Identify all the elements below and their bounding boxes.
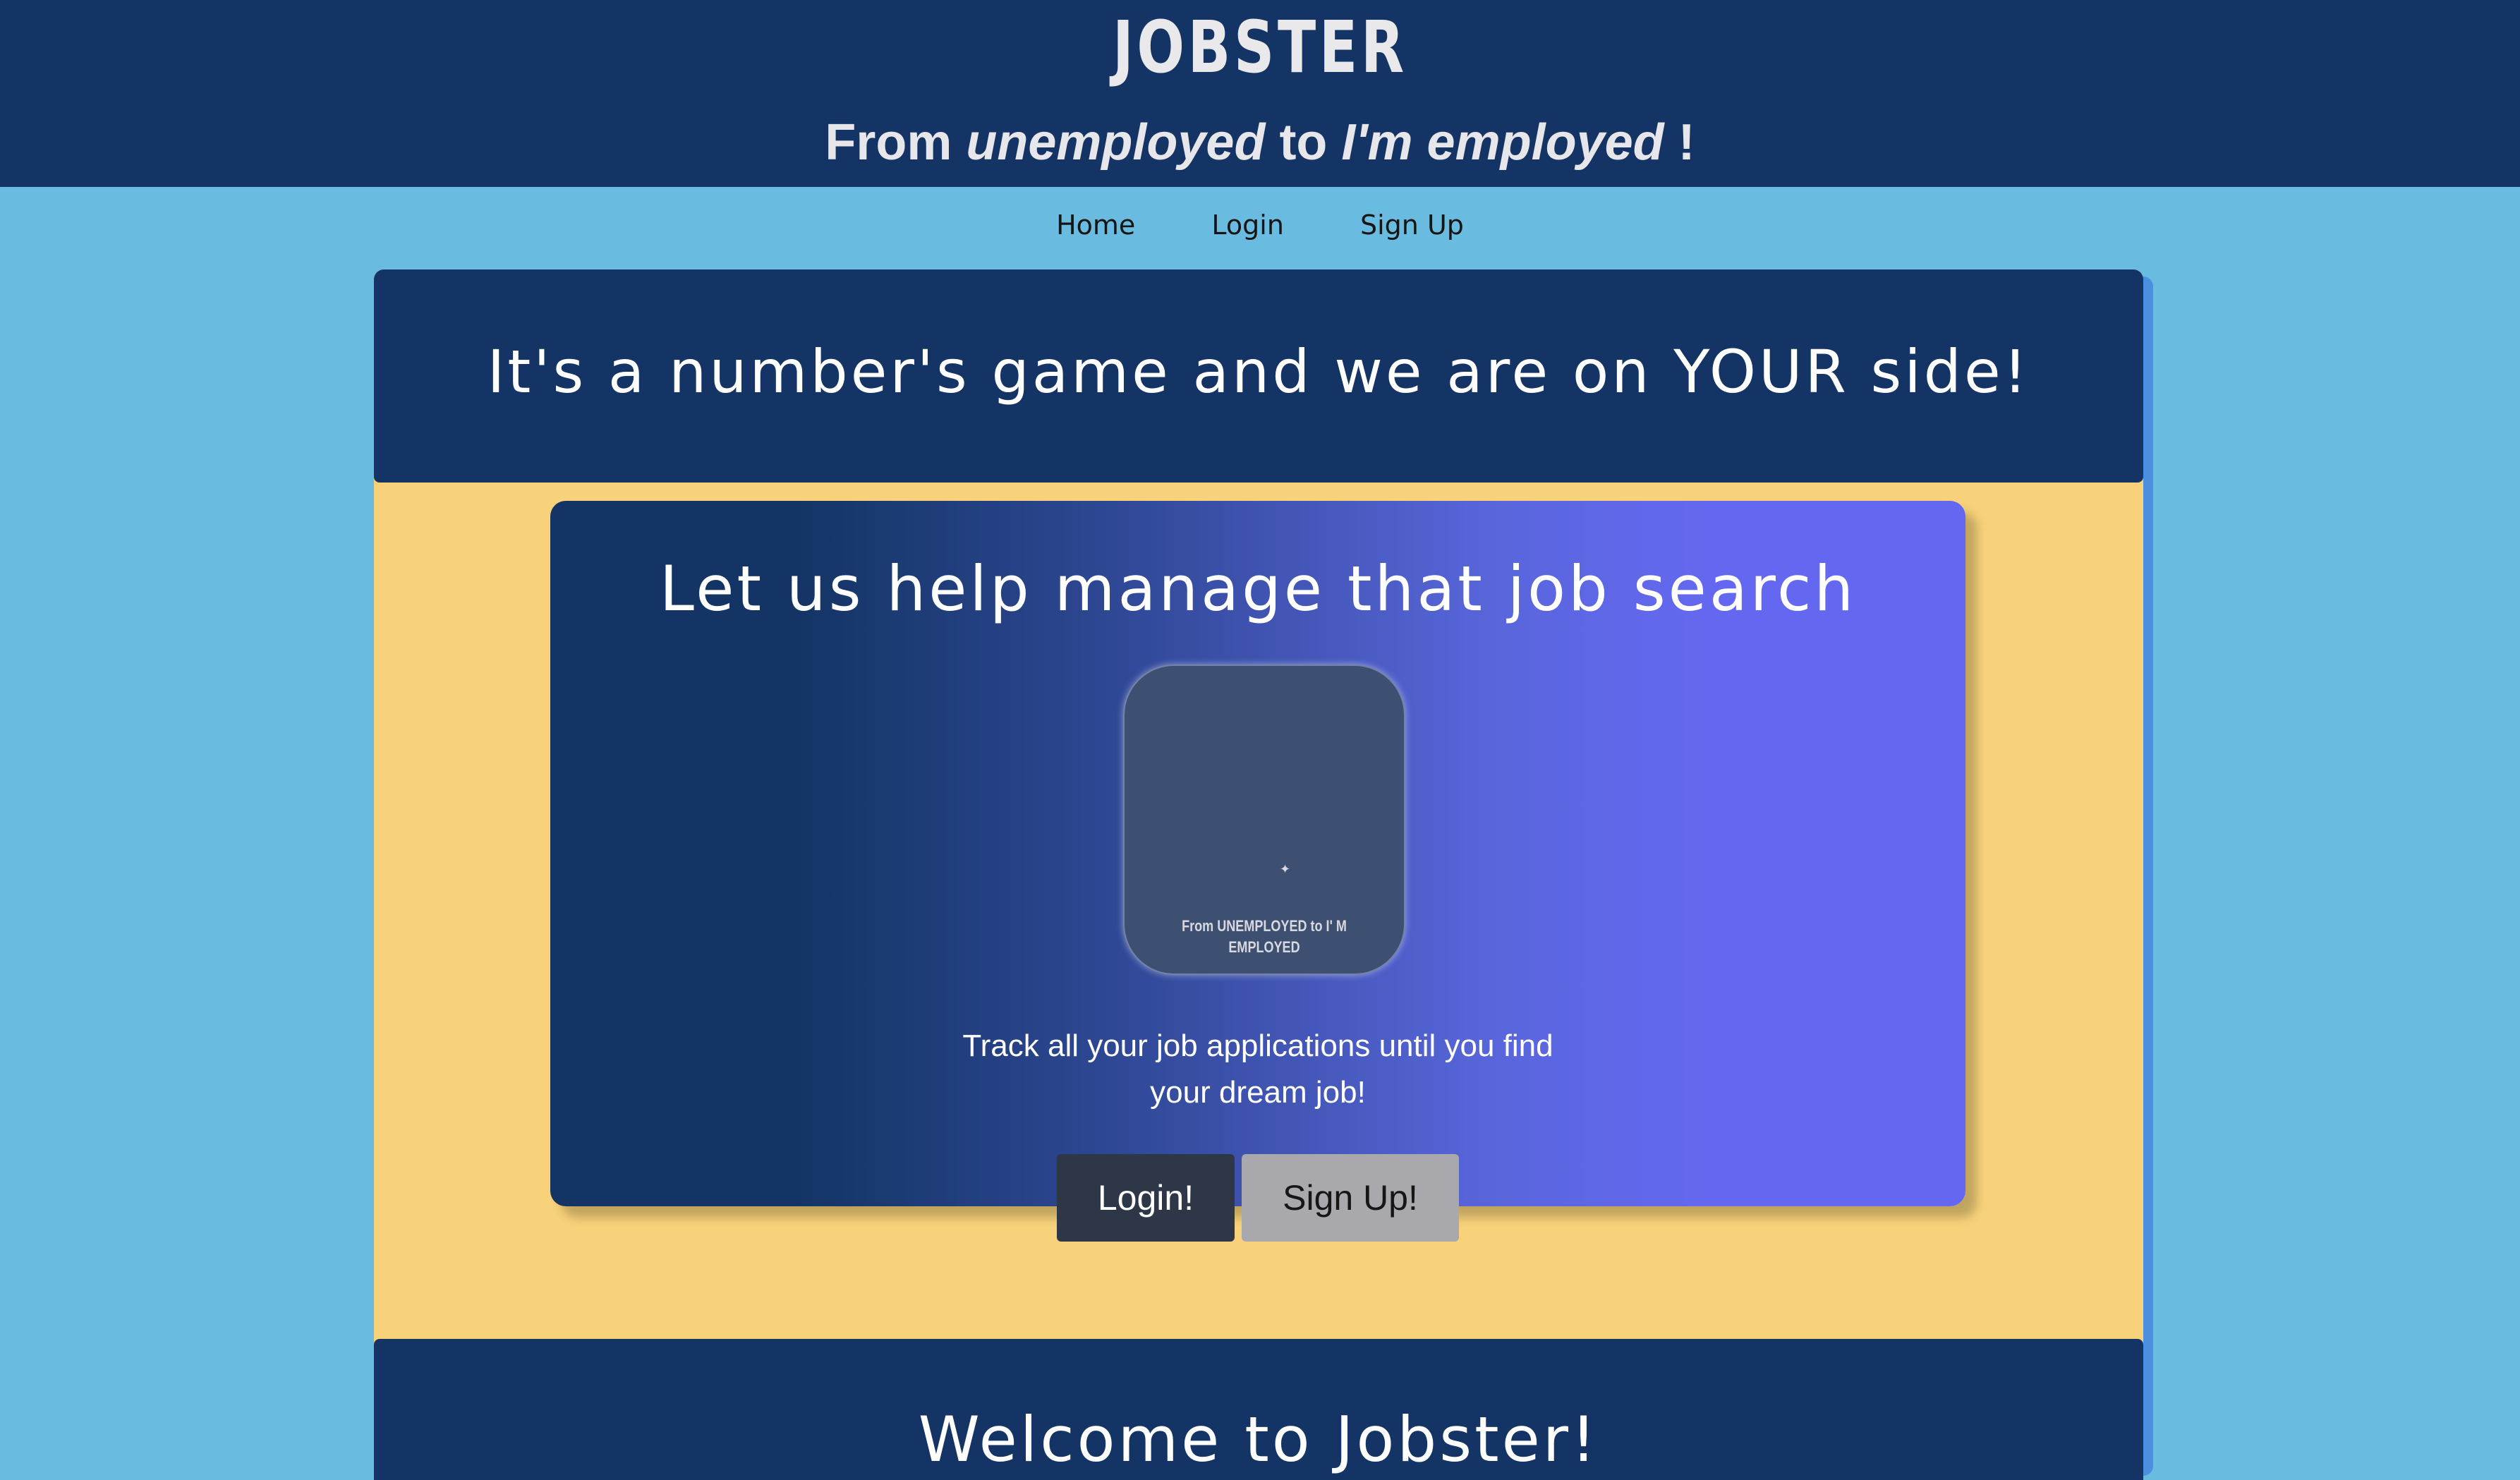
banner: It's a number's game and we are on YOUR … <box>374 269 2143 483</box>
preview-cursor-icon: ✦ <box>1280 862 1291 876</box>
preview-caption: From UNEMPLOYED to I' M EMPLOYED <box>1182 917 1347 956</box>
nav-login-link[interactable]: Login <box>1211 199 1284 251</box>
tagline-employed: I'm employed <box>1341 114 1664 171</box>
tagline-to: to <box>1265 114 1342 171</box>
site-header: JOBSTER From unemployed to I'm employed … <box>0 0 2520 187</box>
app-preview-image: ✦ From UNEMPLOYED to I' M EMPLOYED <box>1123 665 1405 975</box>
tagline-exclamation: ! <box>1664 114 1695 171</box>
login-button[interactable]: Login! <box>1057 1154 1235 1242</box>
nav-home-link[interactable]: Home <box>1056 199 1135 251</box>
hero-description-line-2: your dream job! <box>1150 1075 1366 1110</box>
hero-title: Let us help manage that job search <box>659 552 1857 625</box>
welcome-section: Welcome to Jobster! <box>374 1339 2143 1480</box>
nav-signup-link[interactable]: Sign Up <box>1360 199 1464 251</box>
tagline-from: From <box>825 114 967 171</box>
site-logo[interactable]: JOBSTER <box>277 0 2243 96</box>
signup-button[interactable]: Sign Up! <box>1242 1154 1459 1242</box>
tagline-unemployed: unemployed <box>966 114 1266 171</box>
hero-description: Track all your job applications until yo… <box>550 1023 1965 1116</box>
hero-description-line-1: Track all your job applications until yo… <box>962 1029 1553 1063</box>
main-nav: Home Login Sign Up <box>0 199 2520 251</box>
site-tagline: From unemployed to I'm employed ! <box>0 107 2520 178</box>
banner-title: It's a number's game and we are on YOUR … <box>487 337 2030 406</box>
welcome-title: Welcome to Jobster! <box>918 1403 1599 1476</box>
hero-panel: Let us help manage that job search ✦ Fro… <box>550 501 1965 1242</box>
main-card: It's a number's game and we are on YOUR … <box>374 269 2143 1469</box>
